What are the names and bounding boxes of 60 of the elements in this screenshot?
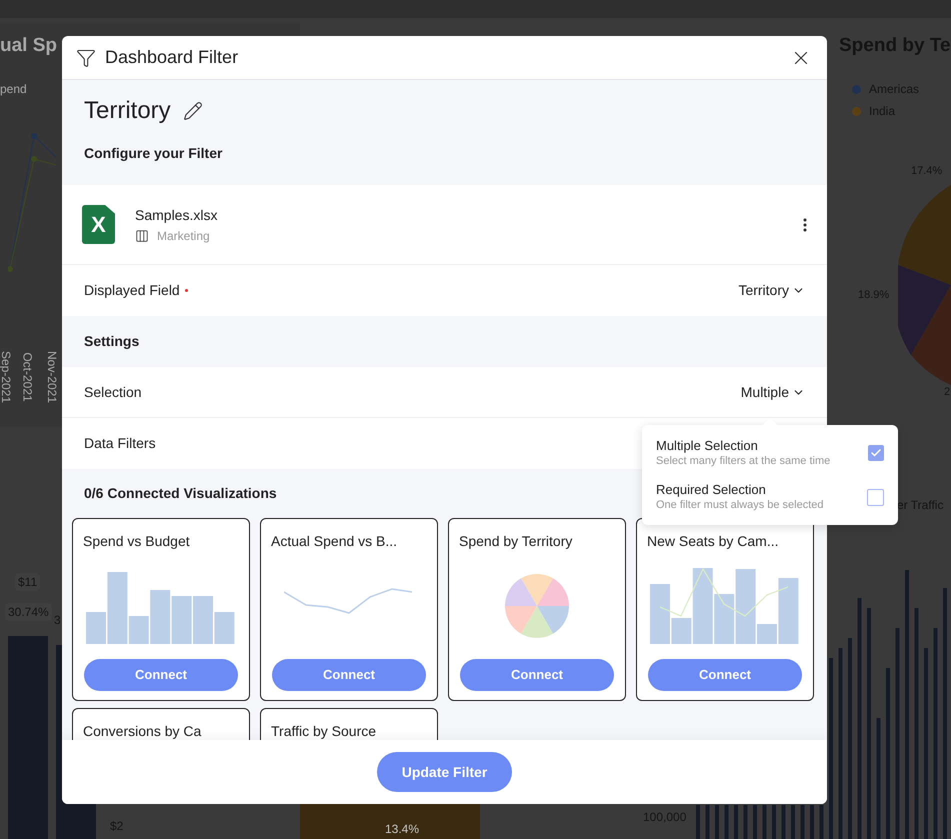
chart-bar: [800, 805, 804, 839]
axis-label: Oct-2021: [20, 352, 36, 402]
filter-name: Territory: [84, 96, 171, 126]
field-label: Data Filters: [84, 434, 156, 453]
sheet-name: Marketing: [157, 228, 210, 244]
connect-button[interactable]: Connect: [460, 659, 614, 691]
chart-bar: [706, 805, 710, 839]
edit-button[interactable]: [182, 101, 203, 121]
more-icon: [803, 218, 807, 232]
option-description: Select many filters at the same time: [656, 454, 832, 468]
check-icon: [870, 447, 882, 459]
menu-option[interactable]: Required Selection One filter must always be selected: [642, 475, 898, 519]
card-title: Spend by Territory: [459, 532, 574, 551]
section-heading: Configure your Filter: [84, 144, 224, 163]
connect-button[interactable]: Connect: [648, 659, 802, 691]
menu-option[interactable]: Multiple Selection Select many filters at the same time: [642, 431, 898, 475]
pie-label: 13.4%: [385, 821, 420, 838]
checkbox[interactable]: [868, 445, 884, 461]
filter-icon: [76, 48, 96, 68]
file-name: Samples.xlsx: [135, 206, 218, 225]
card-title: Conversions by Ca: [83, 722, 202, 740]
chart-bar: [734, 805, 738, 839]
chart-bar: [820, 805, 824, 839]
spreadsheet-logo: X: [82, 205, 115, 244]
chart-bar: [744, 805, 748, 839]
pencil-icon: [182, 101, 203, 121]
card-title: New Seats by Cam...: [647, 532, 780, 551]
chart-bar: [782, 805, 786, 839]
checkbox[interactable]: [867, 488, 884, 506]
axis-label: Nov-2021: [44, 350, 60, 404]
section-heading: Settings: [84, 332, 140, 351]
card-title: Actual Spend vs B...: [271, 532, 398, 551]
dialog-title: Dashboard Filter: [105, 46, 238, 69]
field-label: Displayed Field: [84, 281, 180, 300]
chart-bar: [724, 805, 728, 839]
connect-button[interactable]: Connect: [272, 659, 426, 691]
option-title: Required Selection: [656, 482, 767, 498]
chart-bar: [696, 805, 700, 839]
chart-bar: [810, 805, 814, 839]
chart-title: ual Sp: [0, 34, 58, 58]
chart-bar: [772, 805, 776, 839]
chart-bar: [753, 805, 757, 839]
pie-chart-thumbnail: [505, 574, 569, 638]
card-title: Spend vs Budget: [83, 532, 191, 551]
card-title: Traffic by Source: [271, 722, 378, 740]
selection-dropdown[interactable]: Multiple: [740, 382, 805, 402]
table-icon: [135, 228, 149, 242]
legend-label: pend: [0, 81, 27, 98]
option-description: One filter must always be selected: [656, 498, 825, 512]
displayed-field-dropdown[interactable]: Territory: [738, 280, 805, 301]
chart-bar: [715, 805, 719, 839]
connect-button[interactable]: Connect: [84, 659, 238, 691]
chart-bar: [762, 805, 766, 839]
field-label: Selection: [84, 382, 142, 402]
option-title: Multiple Selection: [656, 438, 759, 454]
chart-bar: [791, 805, 795, 839]
section-heading: 0/6 Connected Visualizations: [84, 484, 277, 503]
axis-label: Sep-2021: [0, 350, 14, 404]
update-filter-button[interactable]: Update Filter: [376, 752, 512, 792]
more-options-button[interactable]: [803, 218, 807, 232]
